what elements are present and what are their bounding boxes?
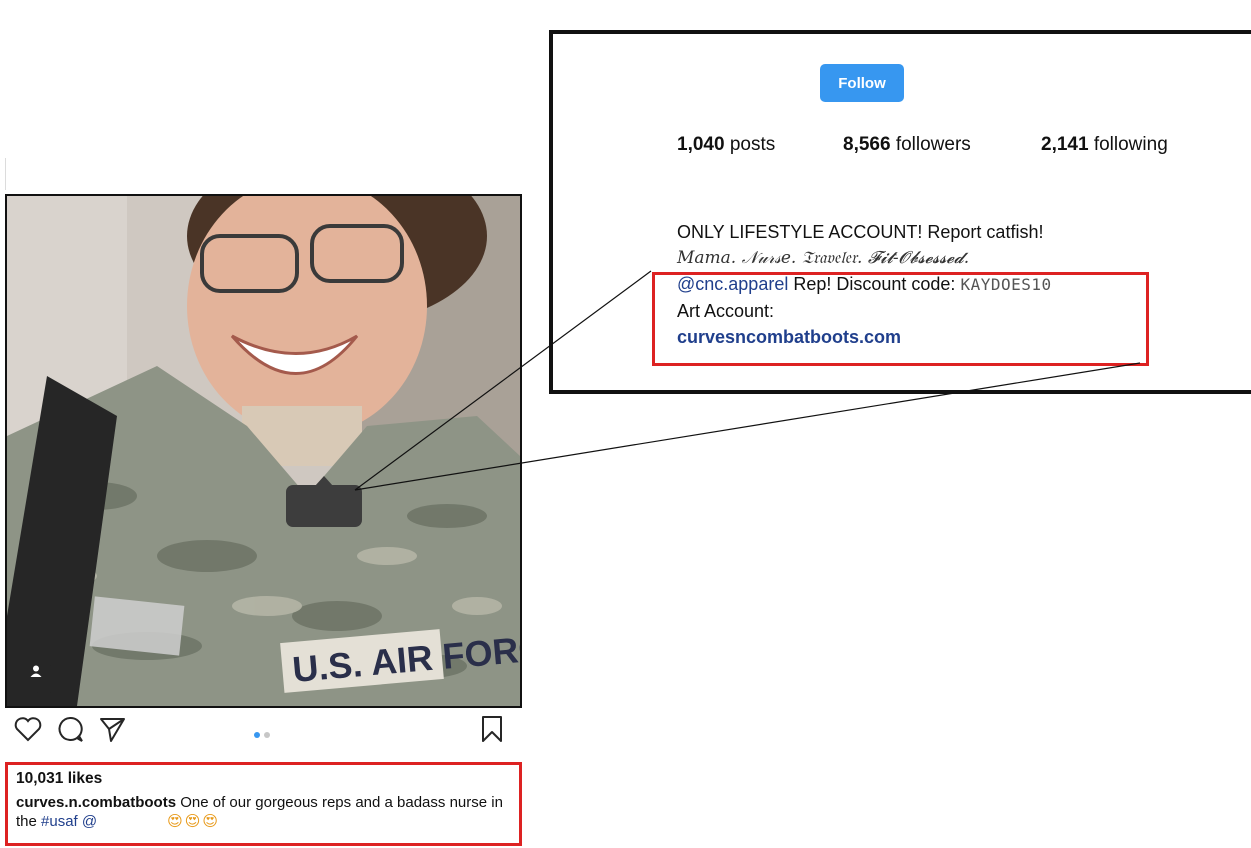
emoji-heart-eyes: 😍: [202, 812, 219, 830]
divider-line: [5, 158, 6, 190]
post-actions-bar: [5, 714, 522, 756]
caption-highlight-box: 10,031 likes curves.n.combatboots One of…: [5, 762, 522, 846]
heart-icon[interactable]: [13, 714, 43, 749]
post-caption: curves.n.combatboots One of our gorgeous…: [16, 794, 511, 831]
profile-panel: Follow 1,040 posts 8,566 followers 2,141…: [549, 30, 1251, 394]
bio-highlight-box: [652, 272, 1149, 366]
caption-hashtag[interactable]: #usaf: [41, 813, 78, 830]
carousel-indicator: [254, 732, 270, 738]
stat-following[interactable]: 2,141 following: [1041, 134, 1168, 156]
share-icon[interactable]: [97, 714, 127, 749]
follow-button[interactable]: Follow: [820, 64, 904, 102]
stat-posts[interactable]: 1,040 posts: [677, 134, 775, 156]
caption-mention[interactable]: @: [78, 813, 97, 830]
bookmark-icon[interactable]: [477, 714, 507, 749]
bio-line-2: Mama. 𝒩𝓊𝓇𝓈𝑒. 𝔗𝔯𝔞𝔳𝔢𝔩𝔢𝔯. 𝓕𝓲𝓽-𝓞𝓫𝓼𝓮𝓼𝓼𝓮𝓭.: [677, 248, 970, 268]
stat-value: 8,566: [843, 134, 891, 155]
stat-followers[interactable]: 8,566 followers: [843, 134, 971, 156]
emoji-heart-eyes: 😍: [184, 812, 201, 830]
post-photo[interactable]: U.S. AIR FORCE: [5, 194, 522, 708]
stat-label: following: [1093, 134, 1168, 155]
likes-count[interactable]: 10,031 likes: [16, 770, 511, 788]
carousel-dot: [264, 732, 270, 738]
redacted-tag: [286, 476, 362, 527]
stat-value: 2,141: [1041, 134, 1089, 155]
instagram-post: U.S. AIR FORCE 10,031 likes curves.n.com…: [5, 194, 522, 846]
stat-label: followers: [895, 134, 971, 155]
photo-illustration: U.S. AIR FORCE: [7, 196, 520, 706]
carousel-dot-active: [254, 732, 260, 738]
bio-line-1: ONLY LIFESTYLE ACCOUNT! Report catfish!: [677, 222, 1044, 242]
stat-label: posts: [729, 134, 776, 155]
caption-username[interactable]: curves.n.combatboots: [16, 794, 176, 811]
emoji-heart-eyes: 😍: [167, 812, 183, 830]
comment-icon[interactable]: [55, 714, 85, 749]
stat-value: 1,040: [677, 134, 725, 155]
user-tag-icon[interactable]: [29, 664, 59, 694]
